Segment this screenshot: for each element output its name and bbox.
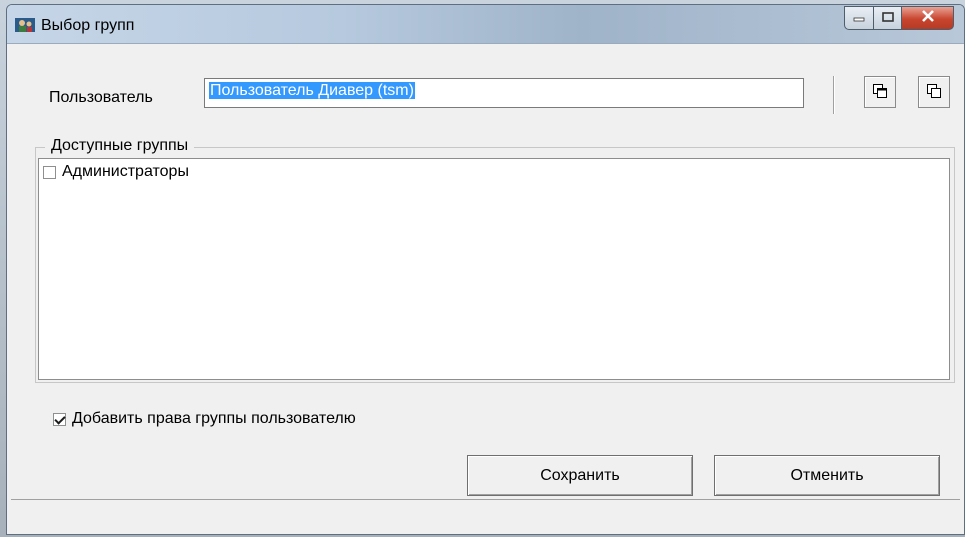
copy-windows-icon [872, 83, 888, 102]
app-users-icon[interactable] [15, 16, 35, 34]
copy-windows-button[interactable] [864, 76, 896, 108]
maximize-button[interactable] [874, 6, 902, 30]
close-icon [921, 9, 935, 27]
user-label: Пользователь [49, 89, 153, 106]
dialog-window: Выбор групп Пользователь Пользователь Ди… [6, 4, 965, 535]
maximize-icon [881, 9, 894, 27]
close-button[interactable] [902, 6, 954, 30]
status-bar [11, 499, 960, 533]
toolbar-separator [833, 76, 835, 114]
add-rights-label: Добавить права группы пользователю [72, 410, 356, 427]
window-title: Выбор групп [41, 17, 135, 34]
minimize-button[interactable] [844, 6, 874, 30]
save-button[interactable]: Сохранить [467, 455, 693, 496]
restore-windows-button[interactable] [918, 76, 950, 108]
groups-list[interactable]: Администраторы [38, 158, 950, 380]
group-label: Администраторы [62, 163, 189, 180]
restore-windows-icon [926, 83, 942, 102]
user-field[interactable]: Пользователь Диавер (tsm) [204, 78, 804, 108]
cancel-button[interactable]: Отменить [714, 455, 940, 496]
minimize-icon [853, 9, 865, 27]
user-field-selected-text: Пользователь Диавер (tsm) [209, 82, 415, 99]
title-bar[interactable]: Выбор групп [7, 5, 964, 44]
available-groups-legend: Доступные группы [45, 137, 195, 155]
add-rights-checkbox[interactable] [53, 412, 66, 426]
list-item[interactable]: Администраторы [43, 163, 189, 181]
add-rights-option[interactable]: Добавить права группы пользователю [53, 410, 356, 428]
group-checkbox[interactable] [43, 165, 56, 179]
dialog-client-area: Пользователь Пользователь Диавер (tsm) Д… [11, 44, 960, 533]
